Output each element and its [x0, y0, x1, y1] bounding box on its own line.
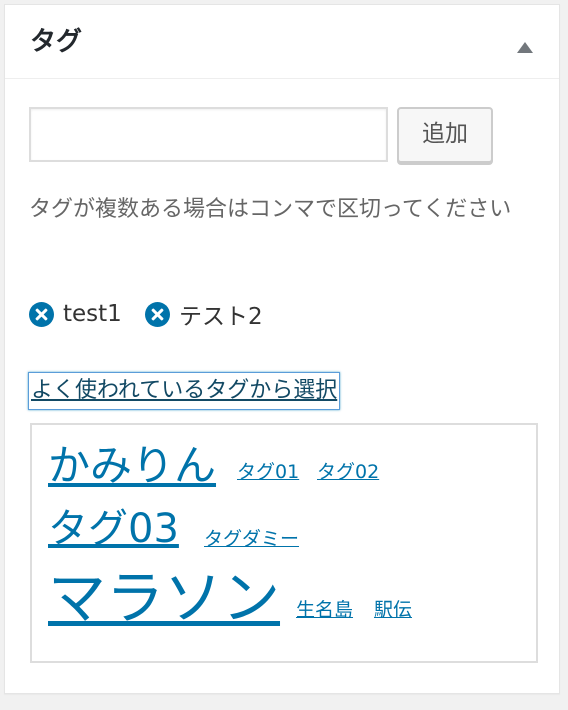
- tag-cloud-link[interactable]: タグ01: [237, 463, 299, 482]
- tag-cloud-link[interactable]: 駅伝: [374, 601, 412, 620]
- tag-item-test1: test1: [29, 299, 122, 329]
- choose-popular-tags-link[interactable]: よく使われているタグから選択: [28, 372, 341, 410]
- tag-separator-hint: タグが複数ある場合はコンマで区切ってください: [29, 197, 512, 222]
- remove-circle-icon[interactable]: [29, 301, 54, 327]
- triangle-up-icon[interactable]: [517, 42, 533, 53]
- tag-cloud-link[interactable]: タグ03: [48, 509, 179, 549]
- tag-cloud: かみりん タグ01 タグ02 タグ03 タグダミー マラソン 生名島 駅伝: [30, 423, 538, 663]
- tag-label: test1: [63, 301, 122, 327]
- tag-cloud-link[interactable]: かみりん: [48, 445, 216, 487]
- tag-cloud-link[interactable]: 生名島: [296, 601, 353, 620]
- remove-circle-icon[interactable]: [145, 301, 170, 327]
- tag-item-test2: テスト2: [145, 299, 263, 330]
- new-tag-input[interactable]: [29, 107, 388, 162]
- metabox-title: タグ: [30, 27, 83, 57]
- tags-metabox: タグ 追加 タグが複数ある場合はコンマで区切ってください test1 テスト2 …: [4, 4, 560, 694]
- tag-label: テスト2: [179, 304, 263, 330]
- tag-cloud-link[interactable]: マラソン: [48, 569, 280, 627]
- metabox-header: タグ: [5, 5, 559, 79]
- tag-cloud-link[interactable]: タグダミー: [204, 530, 299, 549]
- add-tag-button[interactable]: 追加: [397, 107, 493, 163]
- tag-cloud-link[interactable]: タグ02: [317, 463, 379, 482]
